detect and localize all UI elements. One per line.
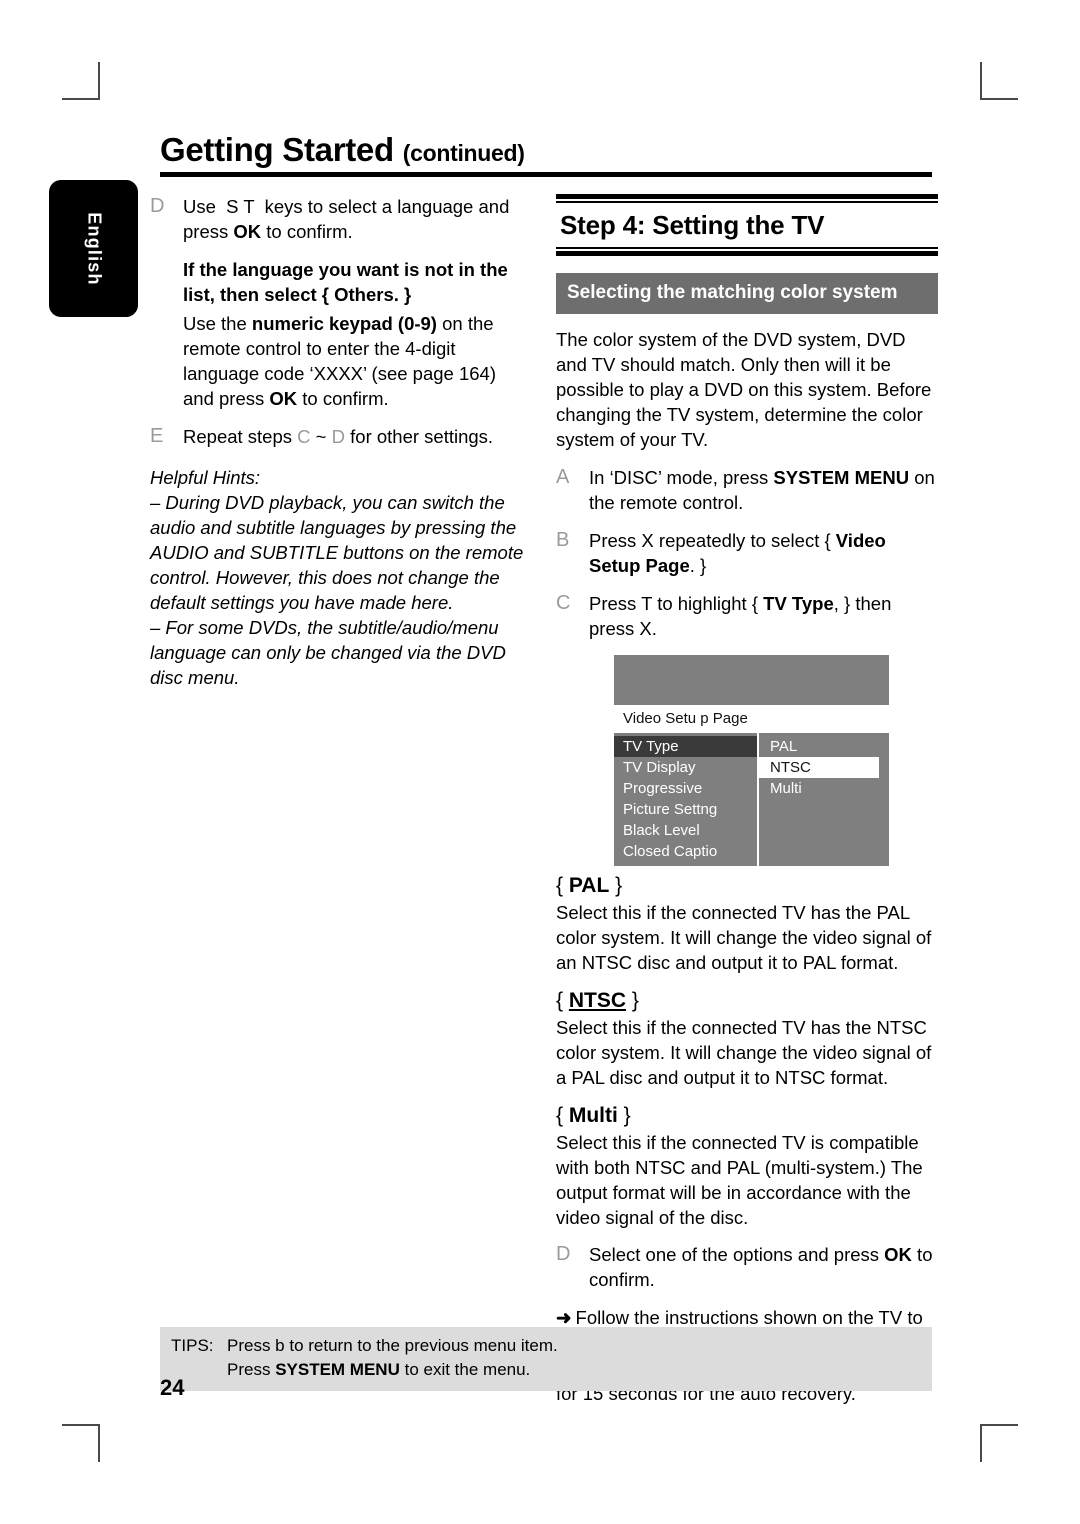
language-note-bold: If the language you want is not in the l… bbox=[150, 257, 530, 307]
page-title-continued: (continued) bbox=[402, 140, 525, 166]
language-note-body: Use the numeric keypad (0-9) on the remo… bbox=[150, 311, 530, 411]
section-rule-bottom bbox=[556, 247, 938, 256]
step-text: Use S T keys to select a language and pr… bbox=[183, 196, 510, 242]
crop-mark-top-left bbox=[62, 62, 100, 100]
crop-mark-top-right bbox=[980, 62, 1018, 100]
step-emphasis: SYSTEM MENU bbox=[773, 467, 910, 488]
left-column: D Use S T keys to select a language and … bbox=[150, 194, 530, 690]
tips-emphasis: SYSTEM MENU bbox=[275, 1360, 400, 1379]
page-title-rule bbox=[160, 172, 932, 177]
helpful-hints: Helpful Hints: – During DVD playback, yo… bbox=[150, 465, 530, 690]
osd-top-band bbox=[614, 655, 889, 705]
page-title-main: Getting Started bbox=[160, 131, 394, 168]
language-tab-label: English bbox=[84, 211, 104, 286]
language-tab: English bbox=[49, 180, 138, 317]
page-title: Getting Started (continued) bbox=[160, 131, 935, 169]
step-text: Repeat steps C ~ D for other settings. bbox=[183, 426, 494, 447]
osd-menu-item-progressive: Progressive bbox=[623, 780, 703, 797]
language-note-bold-text: If the language you want is not in the l… bbox=[183, 259, 508, 305]
step-marker: D bbox=[150, 195, 165, 217]
section-rule-top bbox=[556, 194, 938, 203]
step-marker: E bbox=[150, 425, 164, 447]
osd-option-ntsc: NTSC bbox=[759, 757, 879, 778]
tips-row-second: Press SYSTEM MENU to exit the menu. bbox=[160, 1358, 932, 1382]
step-ref-c: C bbox=[297, 426, 311, 447]
subsection-heading: Selecting the matching color system bbox=[556, 273, 938, 314]
osd-title-bar: Video Setu p Page bbox=[614, 705, 889, 733]
arrow-right-icon: ➜ bbox=[556, 1307, 572, 1328]
tips-label: TIPS: bbox=[171, 1336, 214, 1355]
step-item-b-video-setup: B Press X repeatedly to select { Video S… bbox=[556, 528, 938, 578]
osd-menu-list: TV Type TV Display Progressive Picture S… bbox=[614, 733, 759, 866]
osd-menu-item-tv-display: TV Display bbox=[623, 759, 696, 776]
step-text: In ‘DISC’ mode, press SYSTEM MENU on the… bbox=[589, 467, 935, 513]
step-marker: A bbox=[556, 466, 570, 488]
step-emphasis: OK bbox=[884, 1244, 912, 1265]
osd-screenshot-illustration: Video Setu p Page TV Type TV Display Pro… bbox=[614, 655, 889, 866]
step-item-d-select-option: D Select one of the options and press OK… bbox=[556, 1242, 938, 1292]
step-emphasis: TV Type bbox=[763, 593, 834, 614]
osd-menu-item-black-level: Black Level bbox=[623, 822, 700, 839]
definition-term-pal: { PAL } bbox=[556, 874, 623, 897]
page-number: 24 bbox=[160, 1375, 185, 1400]
step-item-a-system-menu: A In ‘DISC’ mode, press SYSTEM MENU on t… bbox=[556, 465, 938, 515]
definition-body-pal: Select this if the connected TV has the … bbox=[556, 902, 932, 973]
helpful-hint-item: – For some DVDs, the subtitle/audio/menu… bbox=[150, 617, 506, 688]
definition-name: Multi bbox=[568, 1104, 618, 1127]
step-text: Select one of the options and press OK t… bbox=[589, 1244, 933, 1290]
tips-footer: TIPS: Press b to return to the previous … bbox=[160, 1327, 932, 1391]
step-marker: C bbox=[556, 592, 571, 614]
step-item-c-tv-type: C Press T to highlight { TV Type, } then… bbox=[556, 591, 938, 641]
language-note-ok: OK bbox=[269, 388, 298, 409]
language-note-pre: Use the bbox=[183, 313, 252, 334]
step-text: Press X repeatedly to select { Video Set… bbox=[589, 530, 886, 576]
step-ref-d: D bbox=[331, 426, 345, 447]
osd-menu-item-tv-type: TV Type bbox=[614, 736, 757, 757]
helpful-hint-item: – During DVD playback, you can switch th… bbox=[150, 492, 524, 613]
step-text: Press T to highlight { TV Type, } then p… bbox=[589, 593, 892, 639]
step-item-e-repeat: E Repeat steps C ~ D for other settings. bbox=[150, 424, 530, 449]
tips-row-first: TIPS: Press b to return to the previous … bbox=[160, 1334, 932, 1358]
definition-name: PAL bbox=[568, 874, 610, 897]
definition-name: NTSC bbox=[568, 989, 627, 1012]
intro-paragraph: The color system of the DVD system, DVD … bbox=[556, 329, 932, 450]
crop-mark-bottom-left bbox=[62, 1424, 100, 1462]
tips-line-1: Press b to return to the previous menu i… bbox=[227, 1336, 558, 1355]
definition-term-multi: { Multi } bbox=[556, 1104, 631, 1127]
right-column: Step 4: Setting the TV Selecting the mat… bbox=[556, 194, 938, 1407]
language-note-keypad: numeric keypad (0-9) bbox=[251, 313, 437, 334]
helpful-hints-heading: Helpful Hints: bbox=[150, 467, 261, 488]
osd-menu-item-closed-caption: Closed Captio bbox=[623, 843, 718, 860]
step-item-d-language: D Use S T keys to select a language and … bbox=[150, 194, 530, 244]
definition-body-multi: Select this if the connected TV is compa… bbox=[556, 1132, 923, 1228]
crop-mark-bottom-right bbox=[980, 1424, 1018, 1462]
definition-term-ntsc: { NTSC } bbox=[556, 989, 639, 1012]
osd-option-list: PAL NTSC Multi bbox=[759, 733, 889, 866]
step-marker: B bbox=[556, 529, 570, 551]
tips-line-2: Press SYSTEM MENU to exit the menu. bbox=[227, 1360, 531, 1379]
osd-menu-item-picture-setting: Picture Settng bbox=[623, 801, 718, 818]
step-marker: D bbox=[556, 1243, 571, 1265]
section-title: Step 4: Setting the TV bbox=[560, 210, 825, 240]
definition-body-ntsc: Select this if the connected TV has the … bbox=[556, 1017, 932, 1088]
language-note-end: to confirm. bbox=[297, 388, 389, 409]
osd-option-pal: PAL bbox=[770, 738, 798, 755]
osd-option-multi: Multi bbox=[770, 780, 802, 797]
osd-body: TV Type TV Display Progressive Picture S… bbox=[614, 733, 889, 866]
